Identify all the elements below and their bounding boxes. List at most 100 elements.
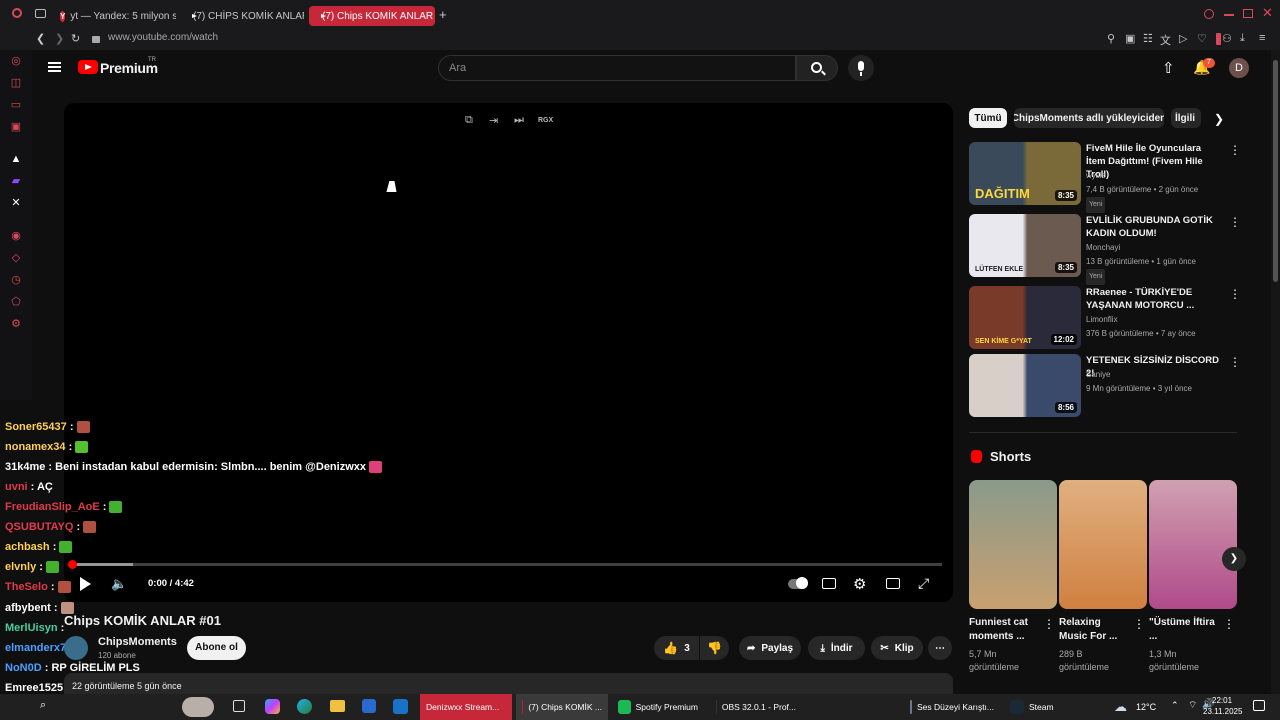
short-more-icon[interactable]: ⋮ [1043,618,1055,630]
minimize-icon[interactable] [1224,14,1234,16]
skip-icon[interactable]: ⏭ [514,114,524,127]
download-icon[interactable]: ⤓ [1240,32,1245,45]
play-button[interactable] [80,577,91,591]
chips-next-icon[interactable]: ❯ [1214,112,1224,126]
heart-icon[interactable]: ♡ [1197,32,1207,45]
volume-icon[interactable]: 🔈 [111,576,127,592]
url-field[interactable]: www.youtube.com/watch [108,32,218,43]
weather-cloud-icon[interactable]: ☁ [1114,699,1127,715]
taskbar-item[interactable]: Spotify Premium [612,694,704,720]
channel-name[interactable]: ChipsMoments [98,636,177,648]
rec-more-icon[interactable]: ⋮ [1229,288,1241,300]
translate-icon[interactable]: 文 [1160,32,1171,48]
menu-icon[interactable]: ≡ [1259,32,1265,44]
rec-channel[interactable]: Monchayi [1086,241,1120,255]
enter-icon[interactable]: ⇥ [489,114,498,127]
youtube-logo-icon[interactable] [78,60,98,74]
back-icon[interactable]: ❮ [36,32,45,45]
extension-icon[interactable] [1216,33,1221,45]
rec-channel[interactable]: Saniye [1086,368,1110,382]
x-icon[interactable]: ✕ [10,197,22,209]
capture-icon[interactable]: ▣ [1125,32,1135,45]
taskbar-item[interactable]: Denizwxx Stream... [420,694,512,720]
filter-chip-all[interactable]: Tümü [969,108,1007,128]
dislike-button[interactable]: 👎 [700,636,729,660]
network-icon[interactable]: ⌔ [1188,699,1197,712]
share-button[interactable]: ➦ Paylaş [739,636,801,660]
rec-thumbnail[interactable]: DAĞITIM 8:35 [969,142,1081,205]
search-tabs-icon[interactable] [1204,9,1214,19]
twitch-icon[interactable]: ▰ [10,175,22,187]
subtitles-icon[interactable] [822,578,836,589]
browser-menu-icon[interactable] [12,8,22,18]
subscribe-button[interactable]: Abone ol [187,636,246,660]
filter-chip-uploader[interactable]: ChipsMoments adlı yükleyiciden [1014,108,1164,128]
shorts-next-button[interactable]: ❯ [1222,547,1246,571]
sidebar-clock-icon[interactable]: ◉ [10,230,22,242]
forward-icon[interactable]: ❯ [55,32,64,45]
notification-center-icon[interactable] [1253,700,1265,711]
rec-thumbnail[interactable]: LÜTFEN EKLE 8:35 [969,214,1081,277]
search-taskbar-icon[interactable]: ⌕ [40,699,46,712]
rgx-label[interactable]: RGX [538,117,553,124]
tab-list-icon[interactable] [35,9,46,18]
short-thumbnail[interactable] [969,480,1057,609]
clock-time[interactable]: 22:01 [1212,696,1232,705]
guide-menu-icon[interactable] [48,62,61,72]
sidebar-chat-icon[interactable]: ▭ [10,99,22,111]
rec-more-icon[interactable]: ⋮ [1229,216,1241,228]
file-explorer-icon[interactable] [330,700,345,712]
sidebar-tv-icon[interactable]: ▣ [10,121,22,133]
sidebar-bookmark-icon[interactable]: ◇ [10,252,22,264]
tab-chips-active[interactable]: (7) Chips KOMİK ANLAR # [309,6,435,26]
video-player[interactable] [64,103,953,602]
store-icon[interactable] [362,699,376,713]
maximize-icon[interactable] [1243,9,1253,18]
short-title[interactable]: "Üstüme İftira ... [1149,616,1219,644]
short-title[interactable]: Funniest cat moments ... [969,616,1039,644]
tab-chips-1[interactable]: (7) CHİPS KOMİK ANLAR [180,6,304,26]
more-actions-button[interactable]: ⋯ [928,636,952,660]
tab-yandex[interactable]: Y yt — Yandex: 5 milyon so [52,6,176,26]
rec-channel[interactable]: Limonflix [1086,313,1118,327]
clip-button[interactable]: ✂ Klip [871,636,923,660]
avatar[interactable]: D [1229,58,1249,78]
search-input[interactable]: Ara [438,55,796,81]
upload-icon[interactable]: ⇧ [1162,59,1175,77]
rec-channel[interactable]: wysiz [1086,169,1106,183]
popout-icon[interactable]: ⧉ [465,114,473,127]
download-button[interactable]: ⤓ İndir [808,636,865,660]
reader-icon[interactable]: ☷ [1143,32,1153,45]
taskbar-item[interactable]: OBS 32.0.1 - Prof... [710,694,802,720]
rec-thumbnail[interactable]: SEN KİME G*YAT 12:02 [969,286,1081,349]
play-icon[interactable]: ▷ [1179,32,1187,45]
scrubber-handle[interactable] [68,560,77,569]
outlook-icon[interactable] [393,699,408,714]
sidebar-bag-icon[interactable]: ◫ [10,77,22,89]
scrollbar-thumb[interactable] [1273,60,1278,282]
filter-chip-related[interactable]: İlgili [1171,108,1201,128]
pin-icon[interactable]: ⚲ [1107,32,1115,45]
rec-title[interactable]: FiveM Hile İle Oyunculara İtem Dağıttım!… [1086,142,1222,181]
rec-title[interactable]: EVLİLİK GRUBUNDA GOTİK KADIN OLDUM! [1086,214,1222,240]
short-more-icon[interactable]: ⋮ [1223,618,1235,630]
edge-icon[interactable] [297,699,312,714]
account-icon[interactable]: ⚇ [1222,32,1232,45]
like-button[interactable]: 👍 3 [654,636,699,660]
sidebar-extension-icon[interactable]: ⬠ [10,296,22,308]
fullscreen-icon[interactable]: ⤢ [918,575,929,592]
sidebar-history-icon[interactable]: ◷ [10,274,22,286]
short-thumbnail[interactable] [1149,480,1237,609]
task-view-icon[interactable] [233,700,245,712]
taskbar-item[interactable]: Steam [1004,694,1064,720]
rec-thumbnail[interactable]: 8:56 [969,354,1081,417]
rec-more-icon[interactable]: ⋮ [1229,144,1241,156]
short-thumbnail[interactable] [1059,480,1147,609]
channel-avatar[interactable] [64,636,88,660]
taskbar-item[interactable]: (7) Chips KOMİK ... [516,694,608,720]
sidebar-home-icon[interactable]: ◎ [10,55,22,67]
tray-chevron-icon[interactable]: ⌃ [1171,700,1179,711]
progress-bar[interactable] [72,563,942,566]
short-title[interactable]: Relaxing Music For ... [1059,616,1129,644]
clock-date[interactable]: 23.11.2025 [1203,707,1242,716]
